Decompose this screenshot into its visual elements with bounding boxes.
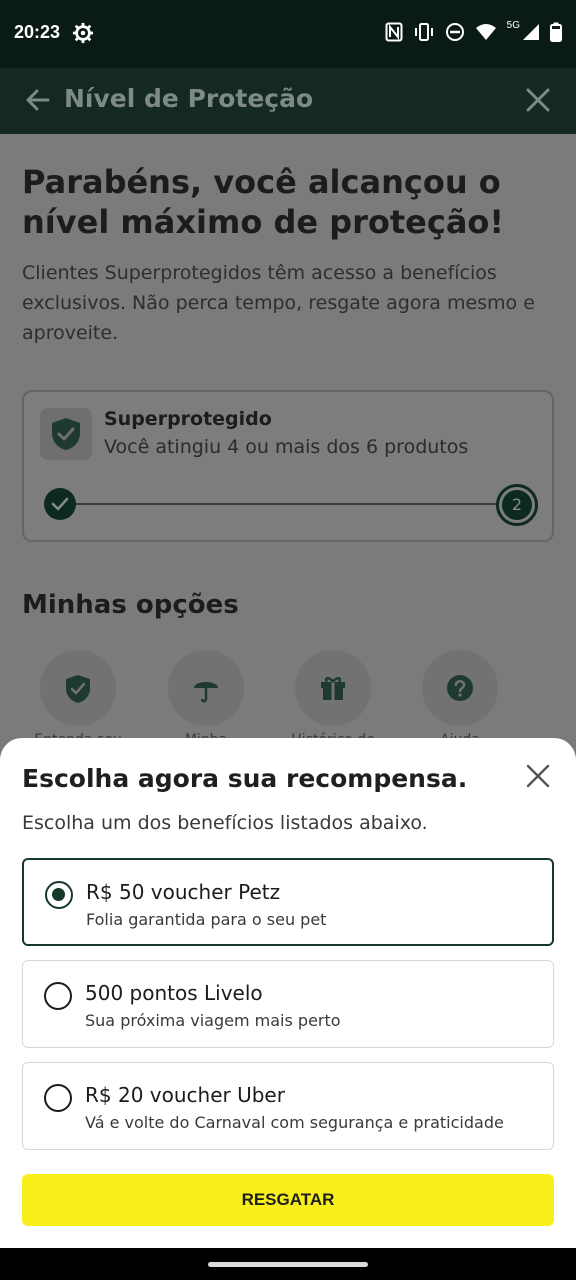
option-history[interactable] [295,650,371,726]
dnd-icon [445,23,464,41]
system-nav-bar [0,1248,576,1280]
reward-option-uber[interactable]: R$ 20 voucher Uber Vá e volte do Carnava… [22,1062,554,1150]
back-arrow-icon[interactable] [24,86,52,114]
page-content: Parabéns, você alcançou o nível máximo d… [0,134,576,748]
radio-selected-dot [52,888,65,901]
shield-check-icon [66,675,90,703]
app-bar: Nível de Proteção [0,68,576,134]
step-number: 2 [502,490,532,520]
hero-title: Parabéns, você alcançou o nível máximo d… [22,163,504,241]
options-row: Entenda seu Minha Histórico de A [34,650,540,748]
gift-icon [321,677,345,700]
close-icon[interactable] [526,764,550,788]
nfc-icon [385,22,403,42]
progress-track [62,503,498,505]
close-icon[interactable] [524,86,552,114]
reward-bottom-sheet: Escolha agora sua recompensa. Escolha um… [0,738,576,1248]
option-understand[interactable] [40,650,116,726]
wifi-icon [475,24,496,40]
reward-description: Vá e volte do Carnaval com segurança e p… [85,1113,504,1132]
shield-check-icon [52,418,80,450]
radio-button[interactable] [44,1084,72,1112]
reward-title: 500 pontos Livelo [85,981,263,1005]
reward-description: Sua próxima viagem mais perto [85,1011,341,1030]
signal-icon [523,24,539,40]
gear-icon [72,22,94,44]
reward-title: R$ 20 voucher Uber [85,1083,285,1107]
option-help[interactable] [422,650,498,726]
help-icon [447,675,473,701]
sheet-subtitle: Escolha um dos benefícios listados abaix… [22,812,428,834]
sheet-title: Escolha agora sua recompensa. [22,764,468,793]
status-icons: 5G [385,19,562,42]
check-icon [51,497,69,511]
radio-button[interactable] [45,881,73,909]
step-current: 2 [496,484,538,526]
network-label: 5G [506,19,520,31]
reward-option-petz[interactable]: R$ 50 voucher Petz Folia garantida para … [22,858,554,946]
level-badge [40,408,92,460]
hero-description: Clientes Superprotegidos têm acesso a be… [22,262,535,344]
home-gesture-handle[interactable] [208,1262,368,1267]
reward-description: Folia garantida para o seu pet [86,910,327,929]
battery-icon [550,22,562,42]
page-title: Nível de Proteção [64,84,314,113]
level-name: Superprotegido [104,408,272,430]
status-time: 20:23 [14,22,61,42]
redeem-button[interactable]: RESGATAR [22,1174,554,1226]
vibrate-icon [414,23,433,41]
reward-option-livelo[interactable]: 500 pontos Livelo Sua próxima viagem mai… [22,960,554,1048]
radio-button[interactable] [44,982,72,1010]
step-completed [44,488,76,520]
section-title: Minhas opções [22,590,239,620]
reward-title: R$ 50 voucher Petz [86,880,281,904]
status-bar: 20:23 5G [0,0,576,68]
umbrella-icon [194,682,218,703]
protection-level-card: Superprotegido Você atingiu 4 ou mais do… [22,390,554,542]
level-subtitle: Você atingiu 4 ou mais dos 6 produtos [104,436,469,458]
option-coverage[interactable] [168,650,244,726]
